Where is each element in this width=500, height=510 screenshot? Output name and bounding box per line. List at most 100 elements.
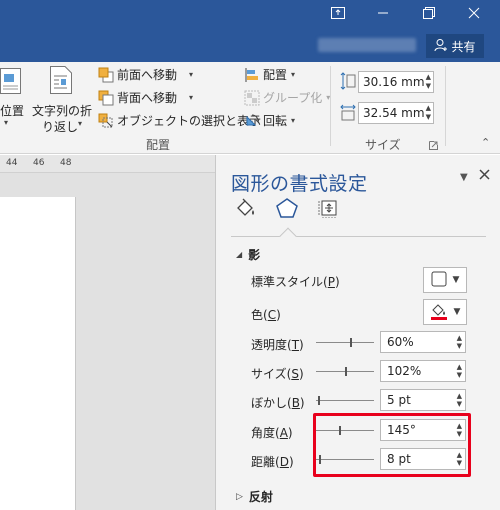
transparency-input[interactable]: 60% ▲ ▼ — [380, 331, 466, 353]
spin-arrows-icon[interactable]: ▲ ▼ — [457, 363, 462, 379]
slider-thumb[interactable] — [345, 367, 347, 376]
bring-forward-label: 前面へ移動 — [117, 68, 178, 82]
group-divider — [445, 66, 446, 146]
spin-arrows-icon[interactable]: ▲ ▼ — [426, 73, 431, 91]
size-group-label: サイズ — [365, 138, 401, 152]
ruler-tick: 48 — [60, 158, 72, 168]
spin-arrows-icon[interactable]: ▲ ▼ — [426, 104, 431, 122]
tab-underline — [231, 236, 486, 237]
dialog-launcher-icon[interactable] — [429, 139, 438, 153]
align-label: 配置 — [263, 68, 288, 82]
tab-effects[interactable] — [274, 197, 300, 221]
selection-pane-label: オブジェクトの選択と表示 — [117, 114, 262, 128]
expanded-triangle-icon: ◢ — [236, 250, 243, 259]
position-label: 位置 — [0, 104, 25, 118]
rotate-button[interactable]: 回転 ▾ — [244, 112, 295, 129]
pane-options-icon[interactable]: ▼ — [460, 172, 468, 183]
rotate-icon — [244, 113, 260, 129]
section-shadow-header[interactable]: ◢ 影 — [236, 246, 260, 263]
send-backward-label: 背面へ移動 — [117, 91, 178, 105]
align-button[interactable]: 配置 ▾ — [244, 66, 295, 83]
share-label: 共有 — [451, 39, 476, 54]
shape-height-value: 30.16 mm — [363, 75, 425, 89]
chevron-down-icon: ▾ — [4, 118, 9, 127]
chevron-down-icon: ▾ — [189, 93, 194, 102]
ribbon: 位置 ▾ 文字列の折 り返し ▾ 前面へ移動 ▾ 背面へ移動 ▾ オブジェクトの… — [0, 62, 500, 154]
send-backward-icon — [98, 90, 114, 106]
user-name-blurred — [318, 38, 416, 52]
size-slider[interactable] — [316, 367, 374, 376]
group-label: グループ化 — [263, 91, 323, 105]
ruler-tick: 44 — [6, 158, 18, 168]
transparency-value: 60% — [387, 335, 414, 349]
distance-label: 距離(D) — [251, 455, 294, 469]
ruler-tick: 46 — [33, 158, 45, 168]
size-properties-icon — [317, 198, 339, 221]
close-icon[interactable] — [479, 169, 490, 184]
section-shadow-label: 影 — [248, 248, 261, 262]
document-page[interactable] — [0, 197, 76, 510]
slider-thumb[interactable] — [318, 396, 320, 405]
share-button[interactable]: 共有 — [426, 34, 484, 58]
blur-slider[interactable] — [316, 396, 374, 405]
pane-title: 図形の書式設定 — [231, 173, 368, 195]
chevron-down-icon: ▾ — [189, 70, 194, 79]
bring-forward-icon — [98, 67, 114, 83]
wrap-text-label-1: 文字列の折 — [32, 104, 93, 118]
chevron-down-icon: ▾ — [78, 119, 83, 128]
spin-arrows-icon[interactable]: ▲ ▼ — [457, 392, 462, 408]
chevron-down-icon: ▾ — [291, 116, 296, 125]
section-reflection-header[interactable]: ▷ 反射 — [236, 488, 273, 505]
wrap-text-icon — [50, 66, 72, 97]
position-button[interactable]: 位置 ▾ — [0, 66, 26, 130]
minimize-icon[interactable] — [372, 6, 394, 26]
chevron-down-icon: ▼ — [452, 275, 460, 285]
blur-input[interactable]: 5 pt ▲ ▼ — [380, 389, 466, 411]
rotate-label: 回転 — [263, 114, 288, 128]
selection-pane-icon — [98, 113, 114, 129]
size-label: サイズ(S) — [251, 367, 304, 381]
align-icon — [244, 67, 260, 83]
shape-height-input[interactable]: 30.16 mm ▲ ▼ — [358, 71, 434, 93]
horizontal-ruler: 44 46 48 — [0, 155, 215, 173]
height-icon — [340, 72, 356, 93]
bring-forward-button[interactable]: 前面へ移動 ▾ — [98, 66, 193, 83]
paint-bucket-icon — [235, 198, 257, 221]
collapsed-triangle-icon: ▷ — [236, 491, 243, 502]
size-input[interactable]: 102% ▲ ▼ — [380, 360, 466, 382]
shape-width-input[interactable]: 32.54 mm ▲ ▼ — [358, 102, 434, 124]
blur-value: 5 pt — [387, 393, 411, 407]
chevron-down-icon: ▼ — [453, 307, 461, 317]
color-label: 色(C) — [251, 308, 281, 322]
restore-icon[interactable] — [418, 6, 440, 26]
shadow-color-dropdown[interactable]: ▼ — [423, 299, 467, 325]
position-icon — [0, 68, 22, 97]
spin-arrows-icon[interactable]: ▲ ▼ — [457, 334, 462, 350]
slider-thumb[interactable] — [350, 338, 352, 347]
wrap-text-button[interactable]: 文字列の折 り返し ▾ — [32, 66, 94, 134]
blur-label: ぼかし(B) — [251, 396, 305, 410]
tab-fill-line[interactable] — [233, 197, 259, 221]
pentagon-icon — [276, 197, 298, 221]
highlight-box — [313, 413, 471, 477]
angle-label: 角度(A) — [251, 426, 293, 440]
send-backward-button[interactable]: 背面へ移動 ▾ — [98, 89, 193, 106]
section-reflection-label: 反射 — [248, 490, 273, 504]
ribbon-display-icon[interactable] — [327, 6, 349, 26]
chevron-down-icon: ▾ — [291, 70, 296, 79]
tab-size-properties[interactable] — [315, 197, 341, 221]
size-value: 102% — [387, 364, 422, 378]
document-area — [0, 173, 215, 510]
transparency-slider[interactable] — [316, 338, 374, 347]
title-bar: 共有 — [0, 0, 500, 62]
shadow-preset-icon — [431, 271, 447, 290]
close-icon[interactable] — [463, 6, 485, 26]
width-icon — [340, 104, 356, 125]
preset-dropdown[interactable]: ▼ — [423, 267, 467, 293]
collapse-ribbon-icon[interactable]: ⌃ — [481, 136, 490, 149]
group-icon — [244, 90, 260, 106]
arrange-group-label: 配置 — [146, 138, 171, 152]
wrap-text-label-2: り返し — [42, 120, 79, 134]
group-button[interactable]: グループ化 ▾ — [244, 89, 330, 106]
selection-pane-button[interactable]: オブジェクトの選択と表示 — [98, 112, 261, 129]
